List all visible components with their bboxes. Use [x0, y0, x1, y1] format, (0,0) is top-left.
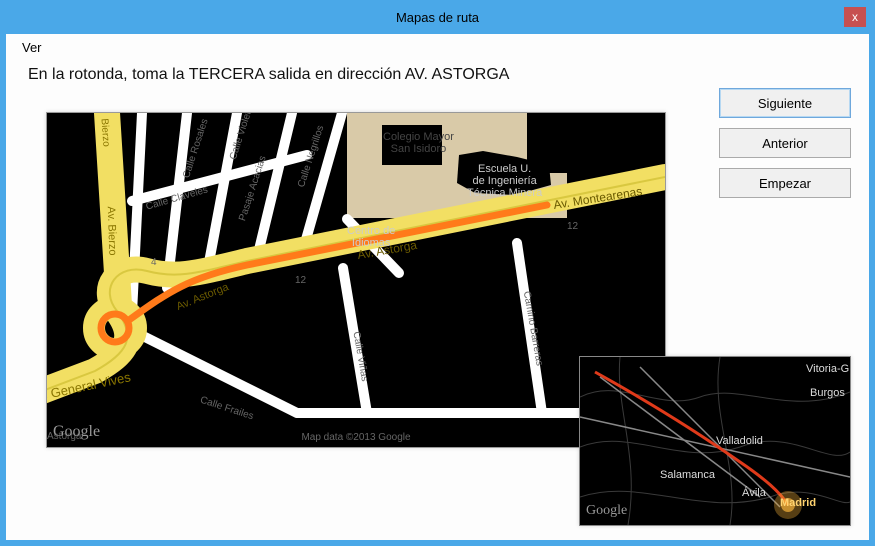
city-madrid: Madrid	[780, 497, 816, 509]
next-button[interactable]: Siguiente	[719, 88, 851, 118]
route-instruction: En la rotonda, toma la TERCERA salida en…	[28, 66, 509, 84]
client-area: Ver En la rotonda, toma la TERCERA salid…	[6, 34, 869, 540]
city-salamanca: Salamanca	[660, 469, 715, 481]
label-bierzo-top: Bierzo	[99, 118, 112, 147]
menu-bar: Ver	[6, 34, 869, 60]
label-4: 4	[151, 257, 157, 268]
label-colegio: Colegio MayorSan Isidoro	[383, 131, 454, 155]
google-logo-main: Google	[53, 423, 100, 441]
city-avila: Ávila	[742, 487, 766, 499]
label-escuela: Escuela U.de IngenieríaTécnica Minera	[467, 163, 542, 199]
label-centro: Centro deIdiomas	[347, 225, 395, 249]
content: En la rotonda, toma la TERCERA salida en…	[6, 60, 869, 540]
label-12b: 12	[567, 221, 578, 232]
city-burgos: Burgos	[810, 387, 845, 399]
city-vitoria: Vitoria-G	[806, 363, 849, 375]
mini-map[interactable]: Madrid Valladolid Salamanca Burgos Ávila…	[579, 356, 851, 526]
close-button[interactable]: x	[844, 7, 866, 27]
label-av-bierzo: Av. Bierzo	[105, 206, 119, 256]
button-column: Siguiente Anterior Empezar	[719, 88, 851, 198]
app-window: Mapas de ruta x Ver En la rotonda, toma …	[0, 0, 875, 546]
label-12a: 12	[295, 275, 306, 286]
google-logo-mini: Google	[586, 503, 627, 519]
start-button[interactable]: Empezar	[719, 168, 851, 198]
prev-button[interactable]: Anterior	[719, 128, 851, 158]
close-icon: x	[852, 10, 858, 24]
main-map[interactable]: Av. Astorga Av. Astorga Av. Montearenas …	[46, 112, 666, 448]
window-title: Mapas de ruta	[396, 10, 479, 25]
title-bar: Mapas de ruta x	[3, 3, 872, 31]
main-map-svg	[47, 113, 665, 447]
city-valladolid: Valladolid	[716, 435, 763, 447]
map-attribution: Map data ©2013 Google	[301, 432, 410, 443]
menu-ver[interactable]: Ver	[16, 38, 48, 57]
